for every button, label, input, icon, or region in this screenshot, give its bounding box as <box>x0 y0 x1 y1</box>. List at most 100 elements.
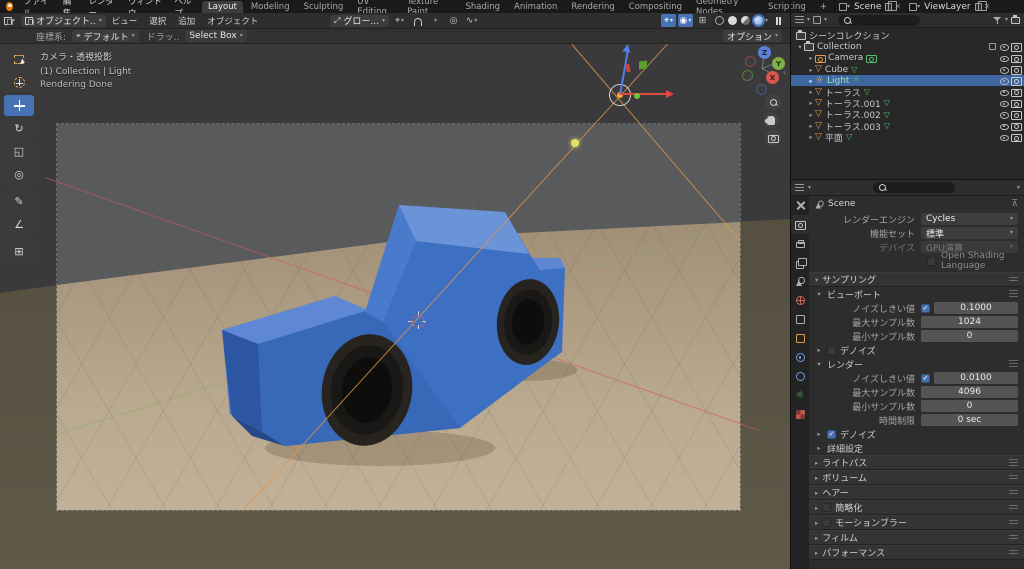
orientation-dropdown[interactable]: ⤢ グロー... ▾ <box>330 15 389 27</box>
rotate-tool-button[interactable]: ↻ <box>4 118 34 139</box>
outliner-filter-display-icon[interactable] <box>813 16 821 24</box>
workspace-add-button[interactable]: + <box>814 1 833 13</box>
preset-list-icon[interactable] <box>1009 459 1018 467</box>
outliner-search[interactable] <box>838 15 920 26</box>
section-performance[interactable]: ▸パフォーマンス <box>809 545 1024 560</box>
scale-tool-button[interactable]: ◱ <box>4 141 34 162</box>
toy-car-object[interactable] <box>0 44 790 569</box>
tab-constraints[interactable] <box>791 348 809 367</box>
cursor-tool-button[interactable] <box>4 72 34 93</box>
menu-object[interactable]: オブジェクト <box>201 15 264 27</box>
expand-arrow-icon[interactable]: ▸ <box>807 122 815 130</box>
section-volumes[interactable]: ▸ボリューム <box>809 470 1024 485</box>
tab-view-layer[interactable] <box>791 253 809 272</box>
tab-object[interactable] <box>791 329 809 348</box>
render-visibility-icon[interactable] <box>1011 100 1021 107</box>
measure-tool-button[interactable]: ∠ <box>4 214 34 235</box>
menu-select[interactable]: 選択 <box>143 15 172 27</box>
tab-object-data[interactable]: ☼ <box>791 386 809 405</box>
render-visibility-icon[interactable] <box>1011 134 1021 141</box>
snap-target-button[interactable]: ▾ <box>428 14 443 27</box>
properties-search-input[interactable] <box>890 183 950 193</box>
render-visibility-icon[interactable] <box>1011 77 1021 84</box>
render-max-samples-value[interactable]: 4096 <box>921 386 1018 398</box>
hide-eye-icon[interactable] <box>999 76 1009 85</box>
osl-checkbox[interactable] <box>927 257 936 266</box>
material-preview-button[interactable] <box>741 16 750 25</box>
hide-eye-icon[interactable] <box>999 99 1009 108</box>
viewport-denoise-checkbox[interactable] <box>827 346 836 355</box>
outliner-row-camera[interactable]: ▸ Camera <box>791 53 1024 64</box>
pause-render-button[interactable] <box>771 14 786 27</box>
editor-type-icon[interactable] <box>4 17 12 25</box>
outliner-display-mode-icon[interactable] <box>795 16 804 24</box>
sampling-render-header[interactable]: ▾レンダー <box>809 357 1024 371</box>
expand-arrow-icon[interactable]: ▸ <box>807 111 815 119</box>
workspace-tab-sculpting[interactable]: Sculpting <box>298 1 350 13</box>
gizmo-z-arrowhead[interactable] <box>622 44 631 53</box>
outliner-row-cube[interactable]: ▸ ▽ Cube ▽ <box>791 64 1024 75</box>
tab-physics[interactable] <box>791 367 809 386</box>
annotate-tool-button[interactable]: ✎ <box>4 191 34 212</box>
workspace-tab-scripting[interactable]: Scripting <box>762 1 812 13</box>
sampling-section-header[interactable]: ▾サンプリング <box>809 272 1024 287</box>
view-layer-name[interactable]: ViewLayer <box>920 2 974 12</box>
properties-editor-icon[interactable] <box>795 184 804 192</box>
transform-tool-button[interactable]: ◎ <box>4 164 34 185</box>
gizmo-y-handle[interactable] <box>634 93 640 99</box>
nav-gizmo-x-axis[interactable]: X <box>766 71 779 84</box>
viewport-noise-checkbox[interactable]: ✓ <box>921 304 930 313</box>
zoom-button[interactable] <box>765 94 781 110</box>
properties-options-caret[interactable]: ▾ <box>1017 185 1020 191</box>
breadcrumb-label[interactable]: Scene <box>828 199 855 209</box>
outliner-row-collection[interactable]: ▾ Collection <box>791 41 1024 52</box>
render-noise-value[interactable]: 0.0100 <box>934 372 1018 384</box>
falloff-button[interactable]: ∿▾ <box>464 14 479 27</box>
workspace-tab-animation[interactable]: Animation <box>508 1 563 13</box>
new-view-layer-icon[interactable] <box>975 3 982 11</box>
gizmo-x-arrow[interactable] <box>620 93 666 95</box>
motion-blur-checkbox[interactable] <box>822 518 831 527</box>
gizmo-plane-y-handle[interactable] <box>639 60 647 69</box>
move-tool-button[interactable] <box>4 95 34 116</box>
camera-view-button[interactable] <box>765 130 781 146</box>
new-scene-icon[interactable] <box>885 3 892 11</box>
expand-arrow-icon[interactable]: ▸ <box>807 88 815 96</box>
section-simplify[interactable]: ▸ 簡略化 <box>809 500 1024 515</box>
hide-eye-icon[interactable] <box>999 133 1009 142</box>
properties-search[interactable] <box>873 182 955 193</box>
expand-arrow-icon[interactable]: ▸ <box>807 133 815 141</box>
gizmo-x-arrowhead[interactable] <box>666 90 674 98</box>
feature-set-select[interactable]: 標準▾ <box>921 227 1018 239</box>
hide-eye-icon[interactable] <box>999 54 1009 63</box>
viewport-3d[interactable]: ↻ ◱ ◎ ✎ ∠ ⊞ カメラ・透視投影 (1) Collection | Li… <box>0 44 790 569</box>
filter-funnel-icon[interactable] <box>993 16 1002 25</box>
hide-eye-icon[interactable] <box>999 110 1009 119</box>
render-visibility-icon[interactable] <box>1011 66 1021 73</box>
nav-gizmo-z-axis[interactable]: Z <box>758 46 771 59</box>
render-min-samples-value[interactable]: 0 <box>921 400 1018 412</box>
render-engine-select[interactable]: Cycles▾ <box>921 213 1018 225</box>
tab-scene[interactable] <box>791 272 809 291</box>
options-dropdown[interactable]: オプション ▾ <box>723 30 782 42</box>
tab-collection[interactable] <box>791 310 809 329</box>
section-light-paths[interactable]: ▸ライトパス <box>809 455 1024 470</box>
section-hair[interactable]: ▸ヘアー <box>809 485 1024 500</box>
show-gizmo-button[interactable]: ⌖▾ <box>661 14 676 27</box>
hide-eye-icon[interactable] <box>999 65 1009 74</box>
render-visibility-icon[interactable] <box>1011 43 1021 50</box>
simplify-checkbox[interactable] <box>822 503 831 512</box>
panel-divider[interactable] <box>790 0 791 569</box>
render-noise-checkbox[interactable]: ✓ <box>921 374 930 383</box>
render-visibility-icon[interactable] <box>1011 55 1021 62</box>
sampling-viewport-header[interactable]: ▾ビューポート <box>809 287 1024 301</box>
tab-texture[interactable] <box>791 405 809 424</box>
menu-view[interactable]: ビュー <box>106 15 144 27</box>
solid-shading-button[interactable] <box>728 16 737 25</box>
select-box-tool-button[interactable] <box>4 49 34 70</box>
preset-list-icon[interactable] <box>1009 290 1018 298</box>
new-collection-icon[interactable] <box>1011 17 1020 24</box>
expand-arrow-icon[interactable]: ▸ <box>807 66 815 74</box>
workspace-tab-rendering[interactable]: Rendering <box>565 1 620 13</box>
time-limit-value[interactable]: 0 sec <box>921 414 1018 426</box>
